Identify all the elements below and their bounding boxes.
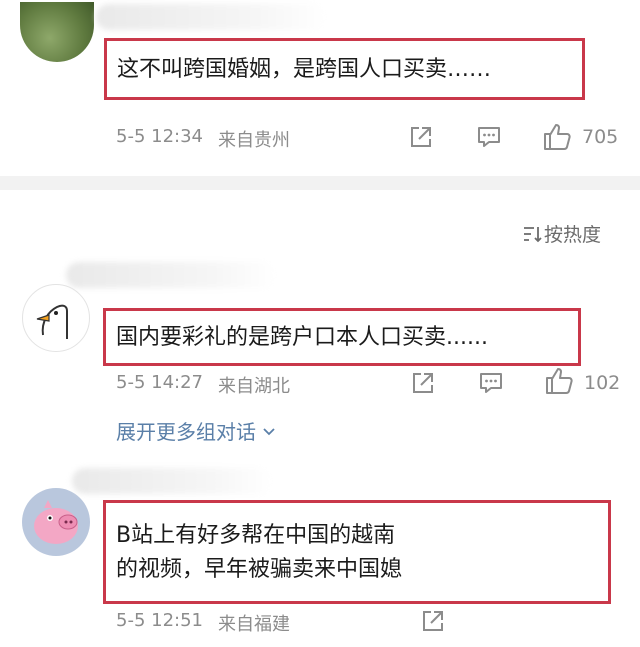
comment-bubble-highlight: 这不叫跨国婚姻，是跨国人口买卖…… xyxy=(104,38,585,100)
crop-cover xyxy=(448,528,608,600)
avatar[interactable] xyxy=(20,2,94,62)
sort-label: 按热度 xyxy=(544,224,602,246)
comment-icon[interactable] xyxy=(476,124,502,150)
comment-date: 5-5 14:27 xyxy=(116,372,203,393)
comment-text: 国内要彩礼的是跨户口本人口买卖...... xyxy=(116,325,488,350)
comment-text: 这不叫跨国婚姻，是跨国人口买卖…… xyxy=(117,57,492,82)
pig-icon xyxy=(34,500,78,544)
username-blurred[interactable] xyxy=(96,4,326,30)
comment-location: 来自湖北 xyxy=(218,376,290,397)
username-blurred[interactable] xyxy=(66,262,276,288)
comment-location: 来自福建 xyxy=(218,614,290,635)
like-count: 705 xyxy=(582,126,619,148)
avatar[interactable] xyxy=(22,488,90,556)
expand-more-link[interactable]: 展开更多组对话 xyxy=(116,416,276,445)
comment-location: 来自贵州 xyxy=(218,130,290,151)
avatar[interactable] xyxy=(22,284,90,352)
sort-toggle[interactable]: 按热度 xyxy=(522,220,601,247)
comment-bubble-highlight: 国内要彩礼的是跨户口本人口买卖...... xyxy=(103,308,581,366)
share-icon[interactable] xyxy=(408,124,434,150)
expand-label: 展开更多组对话 xyxy=(116,420,256,444)
sort-icon xyxy=(524,227,542,243)
thumbs-up-icon[interactable] xyxy=(544,366,574,396)
thumbs-up-icon[interactable] xyxy=(542,122,572,152)
comment-icon[interactable] xyxy=(478,370,504,396)
comment-date: 5-5 12:51 xyxy=(116,610,203,631)
goose-icon xyxy=(36,304,68,339)
share-icon[interactable] xyxy=(410,370,436,396)
like-count: 102 xyxy=(584,372,621,394)
share-icon[interactable] xyxy=(420,608,446,634)
section-divider xyxy=(0,176,640,190)
username-blurred[interactable] xyxy=(72,468,272,494)
comment-date: 5-5 12:34 xyxy=(116,126,203,147)
chevron-down-icon xyxy=(263,428,275,436)
